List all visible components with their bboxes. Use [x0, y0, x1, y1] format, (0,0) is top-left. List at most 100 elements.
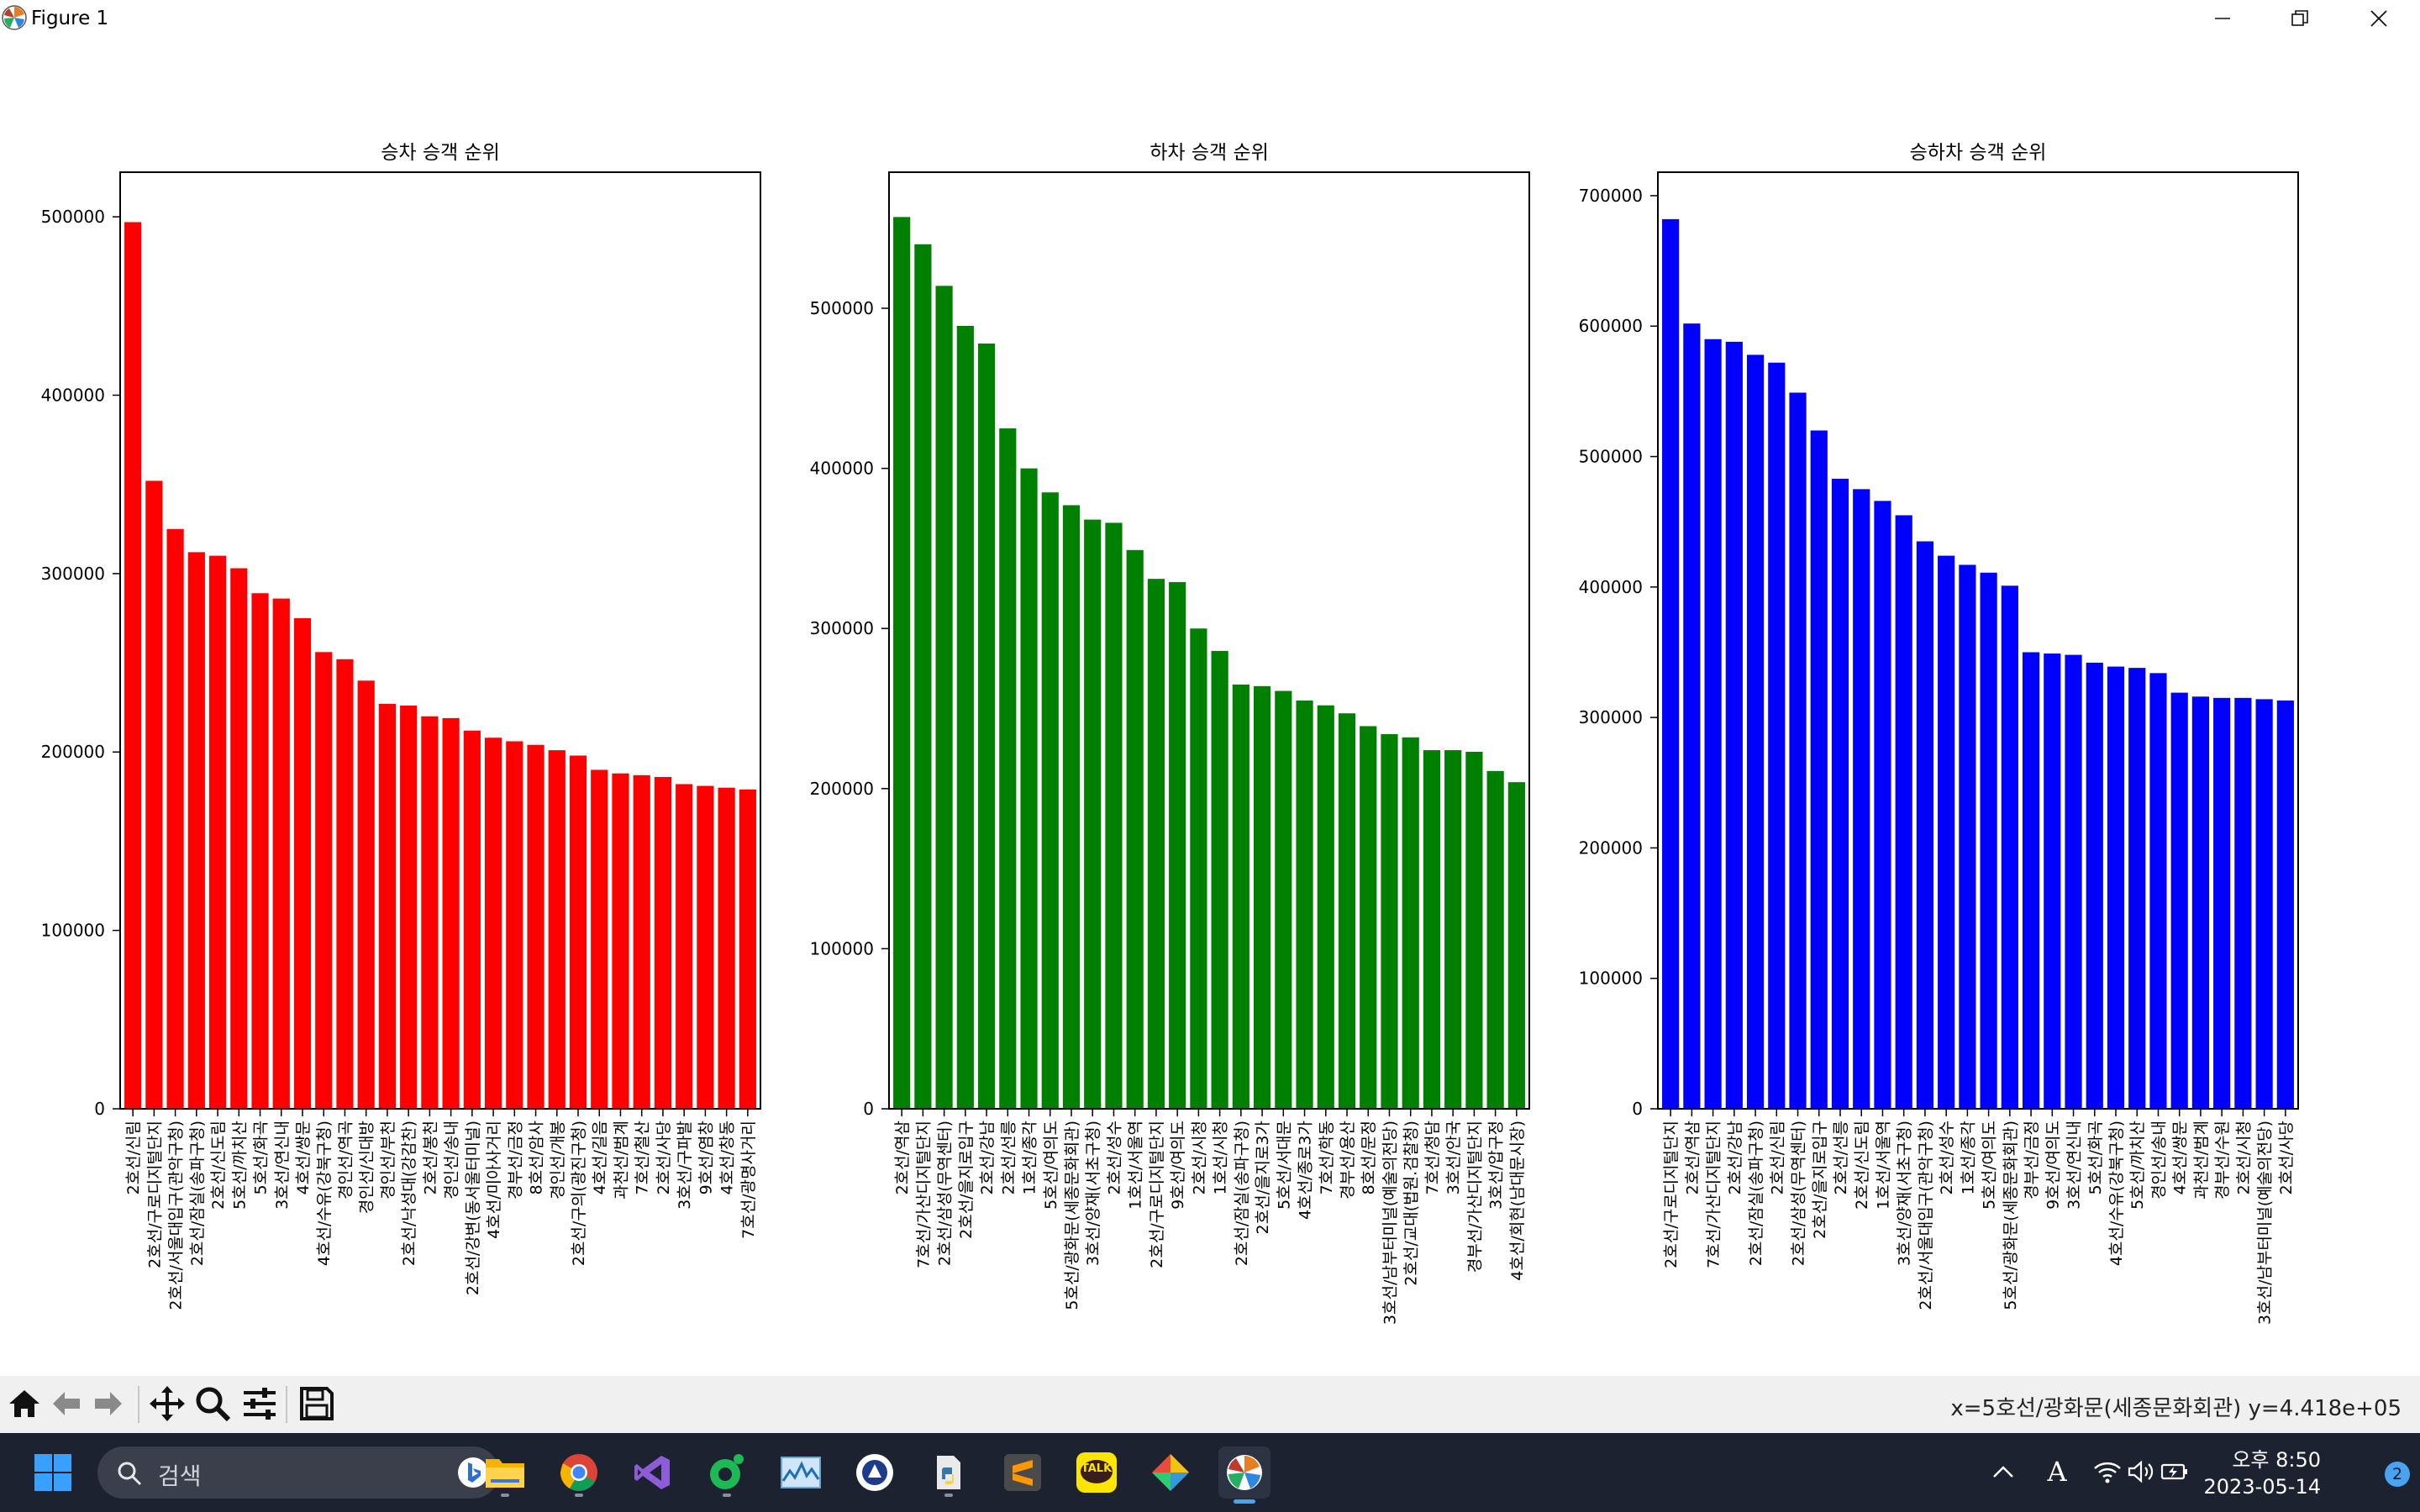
- volume-status[interactable]: [2124, 1455, 2158, 1488]
- forward-button[interactable]: [87, 1383, 129, 1425]
- chart-bar: [1296, 700, 1313, 1109]
- x-tick-label: 2호선/시청: [1190, 1121, 1208, 1194]
- notification-badge[interactable]: 2: [2385, 1462, 2410, 1487]
- chart-bar: [1402, 737, 1419, 1109]
- chart-bar: [1169, 581, 1186, 1109]
- taskbar-chrome[interactable]: [553, 1446, 605, 1499]
- visual-studio-icon: [634, 1456, 670, 1489]
- x-tick-label: 경인선/송내: [2149, 1121, 2168, 1200]
- window-title: Figure 1: [31, 8, 109, 29]
- chart-bar: [336, 659, 354, 1109]
- chart-bar: [2044, 654, 2061, 1109]
- restore-icon: [2291, 10, 2308, 26]
- minimize-button[interactable]: [2185, 0, 2260, 37]
- kakaotalk-label: TALK: [1081, 1462, 1113, 1475]
- chart-bar: [1317, 705, 1334, 1109]
- x-tick-label: 1호선/종각: [1959, 1121, 1977, 1194]
- x-tick-label: 7호선/광명사거리: [739, 1121, 758, 1239]
- clock-date[interactable]: 2023-05-14: [2204, 1475, 2321, 1499]
- chart-bar: [293, 617, 312, 1109]
- chart-bar: [315, 652, 333, 1109]
- taskbar-sublime-text[interactable]: [997, 1446, 1049, 1499]
- taskbar-app-gem[interactable]: [1144, 1446, 1197, 1499]
- x-tick-label: 과천선/범계: [612, 1121, 630, 1200]
- taskbar-file-explorer[interactable]: [479, 1446, 531, 1499]
- x-tick-label: 3호선/양재(서초구청): [1896, 1121, 1914, 1266]
- x-tick-label: 7호선/가산디지털단지: [1705, 1121, 1723, 1268]
- chart-bar: [1959, 564, 1976, 1109]
- taskbar-python[interactable]: [923, 1446, 975, 1499]
- chart-title: 하차 승객 순위: [1150, 142, 1269, 164]
- configure-subplots-button[interactable]: [239, 1383, 281, 1425]
- chart-bar: [251, 593, 269, 1109]
- toolbar-separator: [286, 1386, 287, 1423]
- chart-bar: [124, 222, 142, 1110]
- x-tick-label: 4호선/종로3가: [1297, 1121, 1315, 1220]
- chart-bar: [1253, 685, 1271, 1109]
- chart-bar: [1190, 628, 1207, 1109]
- save-button[interactable]: [296, 1383, 338, 1425]
- x-tick-label: 4호선/수유(강북구청): [2107, 1121, 2126, 1266]
- home-button[interactable]: [3, 1383, 45, 1425]
- figure-canvas[interactable]: 승차 승객 순위 0 100000 200000 300000 400000 500000 2…: [0, 37, 2420, 1376]
- chart-bar: [1662, 218, 1680, 1109]
- x-tick-label: 2호선/사당: [655, 1121, 673, 1194]
- chart-bar: [1062, 505, 1081, 1109]
- x-tick-label: 2호선/시청: [2234, 1121, 2253, 1194]
- back-button[interactable]: [45, 1383, 87, 1425]
- x-tick-label: 7호선/가산디지털단지: [914, 1121, 933, 1268]
- taskbar-visual-studio[interactable]: [627, 1446, 679, 1499]
- close-button[interactable]: [2341, 0, 2417, 37]
- chart-bar: [357, 680, 375, 1109]
- running-indicator: [944, 1494, 953, 1497]
- maximize-button[interactable]: [2262, 0, 2338, 37]
- battery-charging-icon: [2160, 1463, 2187, 1480]
- x-tick-label: 3호선/양재(서초구청): [1084, 1121, 1102, 1266]
- wifi-status[interactable]: [2091, 1455, 2124, 1488]
- y-tick-label: 200000: [1579, 837, 1643, 858]
- chart-bar: [548, 750, 566, 1109]
- taskbar-app-circle[interactable]: [849, 1446, 901, 1499]
- chart-bar: [2065, 654, 2082, 1109]
- window-titlebar: Figure 1: [0, 0, 2420, 37]
- tray-overflow-chevron[interactable]: [1986, 1455, 2020, 1488]
- taskbar-search-box[interactable]: 검색: [97, 1446, 499, 1499]
- clock-time[interactable]: 오후 8:50: [2232, 1443, 2321, 1473]
- y-tick-label: 600000: [1579, 316, 1643, 336]
- zoom-button[interactable]: [192, 1383, 234, 1425]
- x-tick-label: 1호선/시청: [1212, 1121, 1230, 1194]
- chart-bar: [1084, 519, 1102, 1109]
- x-tick-label: 2호선/강남: [978, 1121, 997, 1194]
- taskbar-app-green[interactable]: [701, 1446, 753, 1499]
- save-icon: [300, 1387, 334, 1420]
- start-button[interactable]: [27, 1446, 79, 1499]
- chart-bar: [1980, 572, 1997, 1109]
- chart-bar: [208, 555, 227, 1109]
- x-tick-label: 2호선/성수: [1105, 1121, 1123, 1194]
- battery-status[interactable]: [2158, 1455, 2191, 1488]
- chart-bar: [1746, 354, 1765, 1109]
- x-tick-label: 2호선/삼성(무역센터): [1790, 1121, 1808, 1266]
- home-icon: [9, 1390, 39, 1417]
- pan-button[interactable]: [146, 1383, 188, 1425]
- chart-bar: [2001, 585, 2018, 1109]
- x-tick-label: 2호선/잠실(송파구청): [188, 1121, 207, 1266]
- x-tick-label: 3호선/남부터미널(예술의전당): [2256, 1121, 2275, 1325]
- x-tick-label: 경부선/금정: [506, 1121, 524, 1200]
- taskbar-kakaotalk[interactable]: TALK: [1071, 1446, 1123, 1499]
- chart-bar: [1810, 430, 1828, 1109]
- x-tick-label: 2호선/역삼: [1683, 1121, 1702, 1194]
- taskbar-resource-monitor[interactable]: [775, 1446, 827, 1499]
- y-tick-label: 0: [1632, 1099, 1643, 1119]
- ime-indicator[interactable]: A: [2040, 1455, 2074, 1488]
- chart-bar: [187, 552, 205, 1109]
- pan-icon: [150, 1386, 185, 1421]
- taskbar-matplotlib-figure[interactable]: [1218, 1446, 1270, 1504]
- chart-bar: [1105, 522, 1123, 1109]
- chart-bar: [527, 744, 544, 1109]
- chart-bar: [956, 325, 974, 1110]
- chart-bar: [484, 738, 502, 1109]
- x-tick-label: 2호선/교대(법원.검찰청): [1402, 1121, 1421, 1286]
- x-tick-label: 7호선/철산: [634, 1121, 652, 1194]
- x-tick-label: 2호선/잠실(송파구청): [1233, 1121, 1251, 1266]
